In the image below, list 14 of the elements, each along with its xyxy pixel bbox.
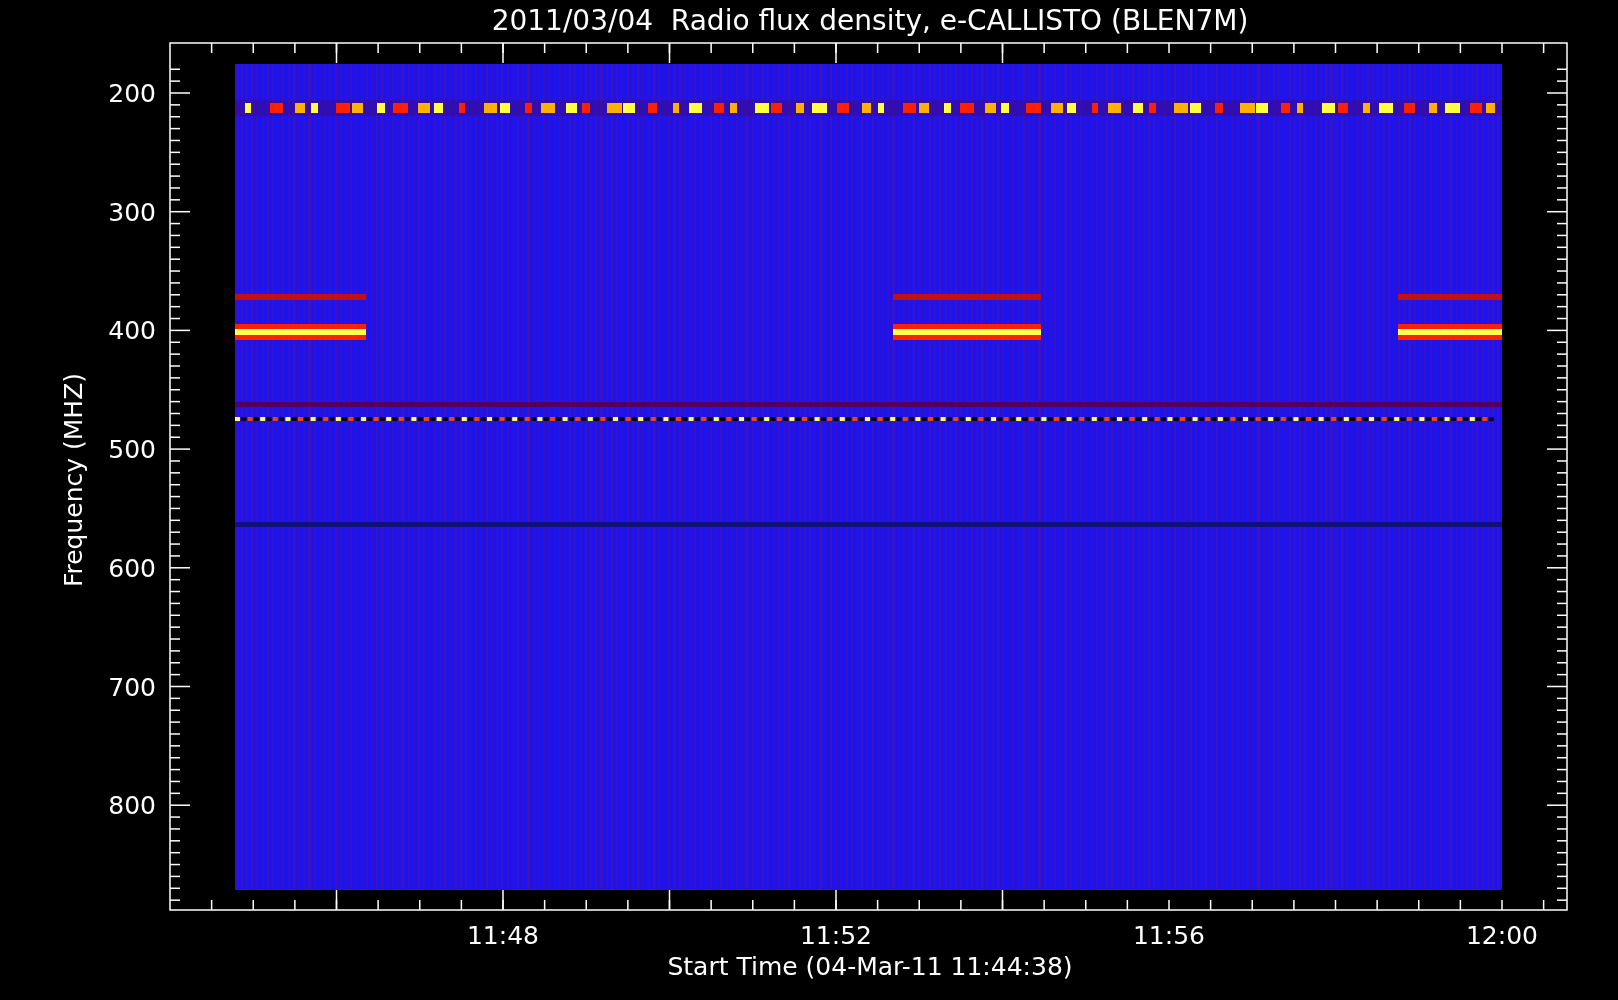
y-tick-label: 700 — [108, 672, 156, 702]
y-tick-label: 600 — [108, 553, 156, 583]
x-tick-label: 12:00 — [1466, 921, 1538, 950]
y-tick-label: 200 — [108, 79, 156, 108]
x-tick-label: 11:52 — [800, 921, 872, 950]
x-tick-label: 11:56 — [1133, 921, 1205, 950]
y-tick-label: 300 — [108, 197, 156, 227]
y-tick-label: 400 — [108, 316, 156, 346]
y-tick-label: 500 — [108, 435, 156, 465]
y-axis-label: Frequency (MHZ) — [59, 372, 88, 588]
chart-title: 2011/03/04 Radio flux density, e-CALLISTO (BLEN7M) — [491, 4, 1249, 37]
x-tick-label: 11:48 — [467, 921, 539, 950]
x-axis-label: Start Time (04-Mar-11 11:44:38) — [667, 952, 1073, 981]
y-tick-label: 800 — [108, 791, 156, 821]
